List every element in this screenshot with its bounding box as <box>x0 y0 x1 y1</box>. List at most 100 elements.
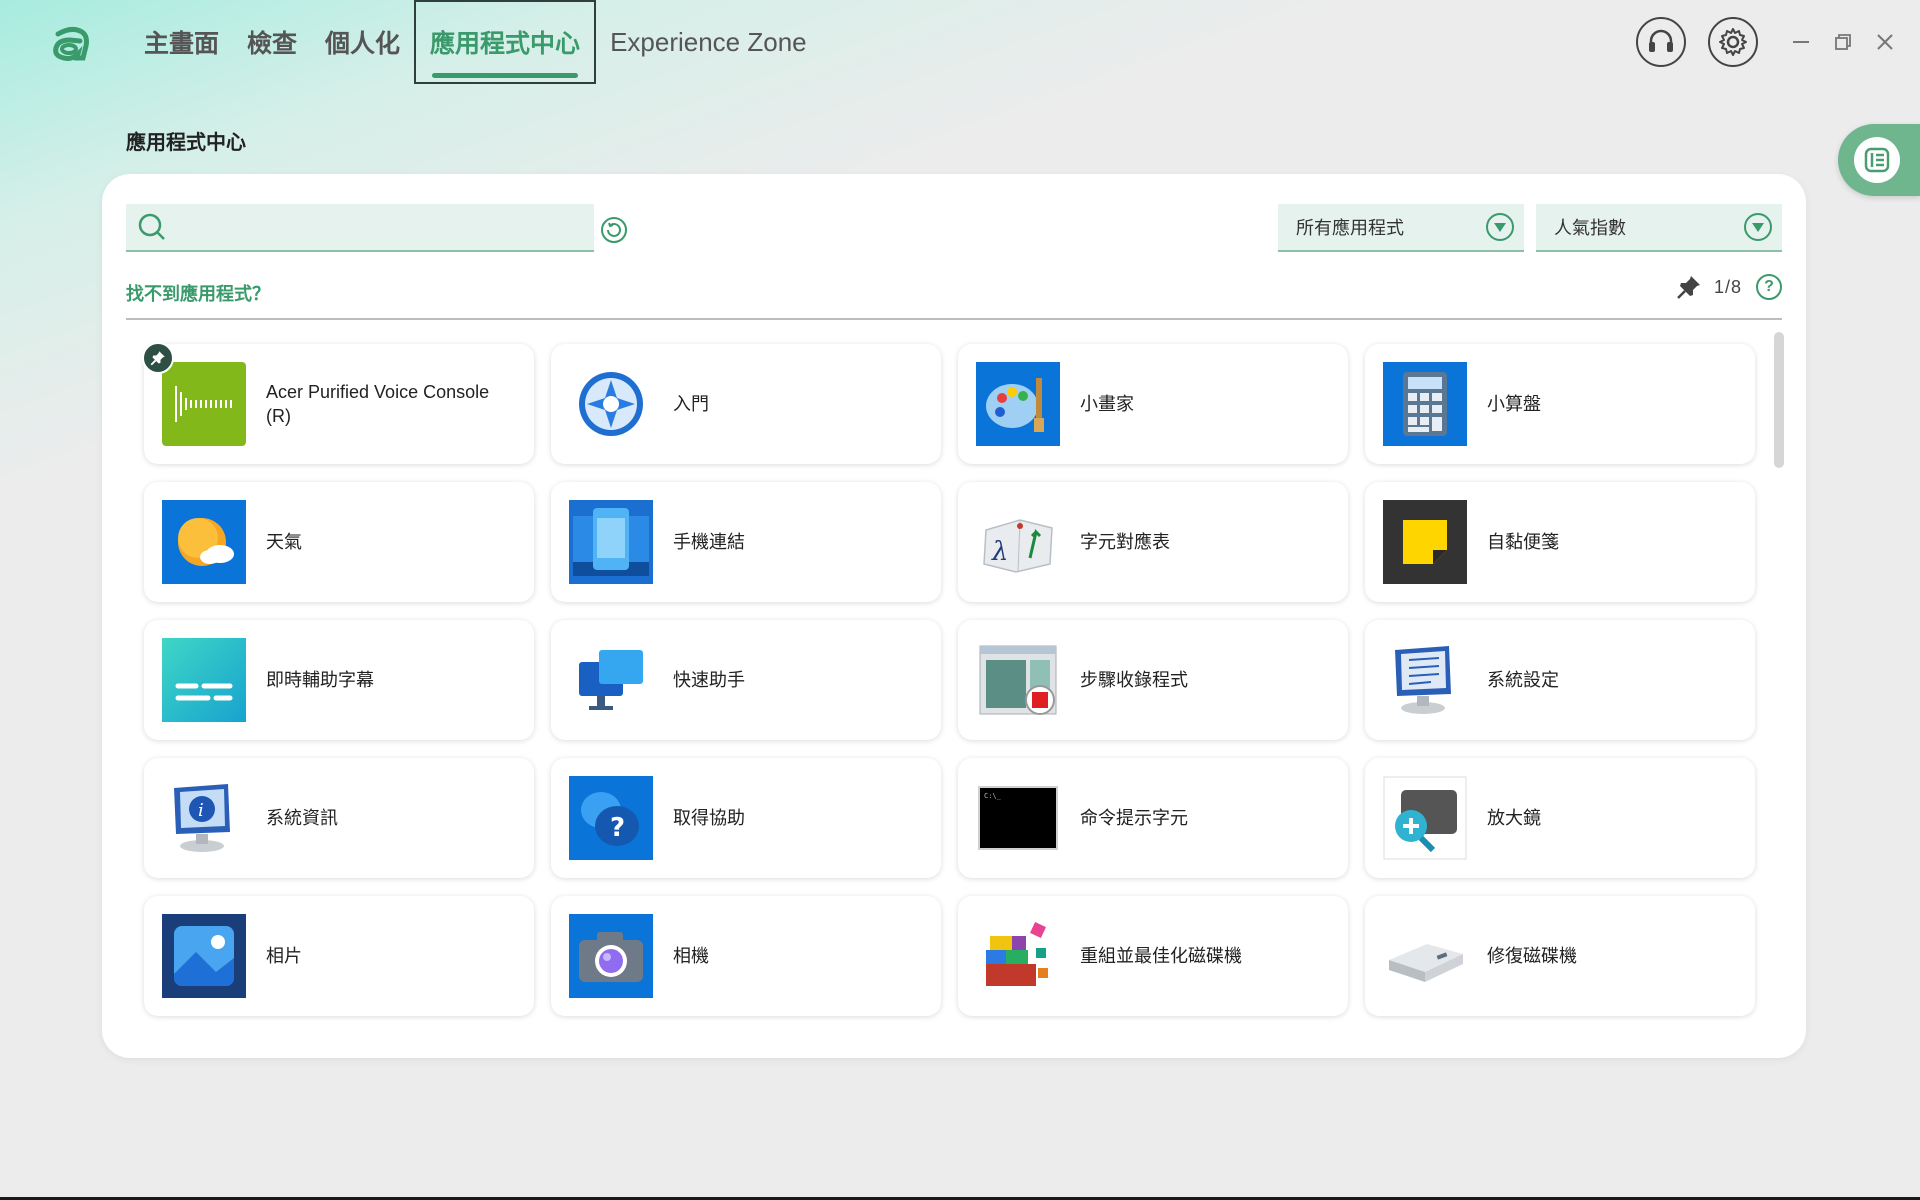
app-label: 相片 <box>266 946 302 966</box>
camera-icon <box>569 914 653 998</box>
defragment-icon <box>976 914 1060 998</box>
support-button[interactable] <box>1636 17 1686 67</box>
main-nav-tabs: 主畫面 檢查 個人化 應用程式中心 Experience Zone <box>130 0 821 84</box>
pin-count: 1/8 <box>1713 276 1742 297</box>
restore-icon <box>1835 34 1851 50</box>
phone-link-icon <box>569 500 653 584</box>
app-label: 步驟收錄程式 <box>1080 670 1188 690</box>
pin-icon <box>1677 276 1700 299</box>
tab-experience-zone[interactable]: Experience Zone <box>596 0 821 84</box>
restore-button[interactable] <box>1822 21 1864 63</box>
app-card[interactable]: 小畫家 <box>958 344 1348 464</box>
app-label: Acer Purified Voice Console (R) <box>266 382 490 426</box>
paint-icon <box>976 362 1060 446</box>
tab-home[interactable]: 主畫面 <box>130 0 233 84</box>
app-card[interactable]: i 系統資訊 <box>144 758 534 878</box>
sort-dropdown-value: 人氣指數 <box>1554 218 1626 238</box>
app-card[interactable]: 小算盤 <box>1365 344 1755 464</box>
app-card[interactable]: 步驟收錄程式 <box>958 620 1348 740</box>
app-label: 取得協助 <box>673 808 745 828</box>
app-label: 手機連結 <box>673 532 745 552</box>
svg-text:C:\_: C:\_ <box>984 792 1002 800</box>
acer-logo-icon <box>50 24 94 62</box>
app-card[interactable]: 系統設定 <box>1365 620 1755 740</box>
search-box <box>126 204 594 252</box>
app-grid: Acer Purified Voice Console (R) 入門 小畫家 小… <box>142 342 1755 1016</box>
weather-icon <box>162 500 246 584</box>
app-label: 入門 <box>673 394 709 414</box>
app-card[interactable]: 入門 <box>551 344 941 464</box>
page-title: 應用程式中心 <box>126 132 246 154</box>
app-label: 系統設定 <box>1487 670 1559 690</box>
app-card[interactable]: 相片 <box>144 896 534 1016</box>
pin-status: 1/8 ? <box>1676 274 1782 300</box>
list-panel-icon <box>1854 137 1900 183</box>
app-label: 小畫家 <box>1080 394 1134 414</box>
app-card[interactable]: 天氣 <box>144 482 534 602</box>
character-map-icon: λ <box>976 500 1060 584</box>
app-label: 系統資訊 <box>266 808 338 828</box>
pinned-badge-icon[interactable] <box>142 342 174 374</box>
app-label: 小算盤 <box>1487 394 1541 414</box>
search-icon <box>138 213 165 240</box>
category-dropdown-value: 所有應用程式 <box>1296 218 1404 238</box>
app-card[interactable]: Acer Purified Voice Console (R) <box>142 342 534 464</box>
app-card[interactable]: 放大鏡 <box>1365 758 1755 878</box>
gear-icon <box>1719 28 1747 56</box>
command-prompt-icon: C:\_ <box>976 776 1060 860</box>
app-card[interactable]: 手機連結 <box>551 482 941 602</box>
refresh-icon <box>601 217 627 243</box>
sticky-notes-icon <box>1383 500 1467 584</box>
tab-check[interactable]: 檢查 <box>233 0 311 84</box>
app-card[interactable]: 相機 <box>551 896 941 1016</box>
app-label: 天氣 <box>266 532 302 552</box>
app-card[interactable]: C:\_ 命令提示字元 <box>958 758 1348 878</box>
acer-voice-icon <box>162 362 246 446</box>
chevron-down-icon <box>1744 213 1772 241</box>
svg-text:λ: λ <box>991 537 1008 567</box>
app-label: 相機 <box>673 946 709 966</box>
category-dropdown[interactable]: 所有應用程式 <box>1278 204 1524 252</box>
photos-icon <box>162 914 246 998</box>
system-info-icon: i <box>162 776 246 860</box>
app-card[interactable]: 重組並最佳化磁碟機 <box>958 896 1348 1016</box>
app-card[interactable]: λ 字元對應表 <box>958 482 1348 602</box>
side-panel-toggle[interactable] <box>1838 124 1920 196</box>
calculator-icon <box>1383 362 1467 446</box>
headset-icon <box>1649 29 1673 52</box>
app-label: 放大鏡 <box>1487 808 1541 828</box>
svg-text:?: ? <box>610 813 625 843</box>
app-center-panel: 所有應用程式 人氣指數 找不到應用程式？ 1/8 ? Acer Purified… <box>102 174 1806 1058</box>
steps-recorder-icon <box>976 638 1060 722</box>
chevron-down-icon <box>1486 213 1514 241</box>
settings-button[interactable] <box>1708 17 1758 67</box>
app-card[interactable]: ? 取得協助 <box>551 758 941 878</box>
get-started-icon <box>569 362 653 446</box>
sort-dropdown[interactable]: 人氣指數 <box>1536 204 1782 252</box>
app-label: 修復磁碟機 <box>1487 946 1577 966</box>
magnifier-icon <box>1383 776 1467 860</box>
app-grid-scrollbar[interactable] <box>1774 332 1784 468</box>
help-icon[interactable]: ? <box>1756 274 1782 300</box>
app-label: 字元對應表 <box>1080 532 1170 552</box>
app-card[interactable]: 快速助手 <box>551 620 941 740</box>
app-card[interactable]: 自黏便箋 <box>1365 482 1755 602</box>
app-label: 重組並最佳化磁碟機 <box>1080 946 1242 966</box>
minimize-icon <box>1793 41 1809 43</box>
svg-text:i: i <box>198 800 204 821</box>
close-button[interactable] <box>1864 21 1906 63</box>
refresh-button[interactable] <box>598 214 630 246</box>
search-input[interactable] <box>176 204 594 250</box>
recovery-drive-icon <box>1383 914 1467 998</box>
live-captions-icon <box>162 638 246 722</box>
quick-assist-icon <box>569 638 653 722</box>
tab-personalize[interactable]: 個人化 <box>311 0 414 84</box>
tab-app-center[interactable]: 應用程式中心 <box>414 0 597 84</box>
app-card[interactable]: 修復磁碟機 <box>1365 896 1755 1016</box>
app-card[interactable]: 即時輔助字幕 <box>144 620 534 740</box>
app-label: 命令提示字元 <box>1080 808 1188 828</box>
close-icon <box>1877 34 1893 50</box>
minimize-button[interactable] <box>1780 21 1822 63</box>
app-not-found-link[interactable]: 找不到應用程式？ <box>126 280 270 306</box>
app-label: 自黏便箋 <box>1487 532 1559 552</box>
